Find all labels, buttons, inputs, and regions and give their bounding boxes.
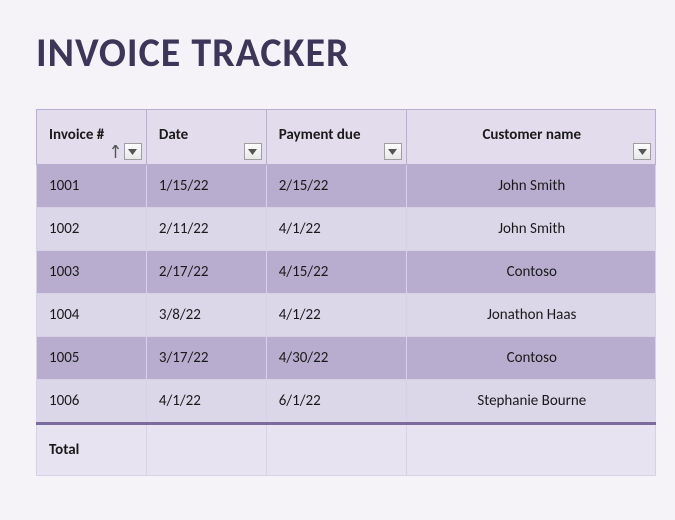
table-row: 10043/8/224/1/22Jonathon Haas (37, 294, 656, 337)
cell-due: 2/15/22 (266, 165, 406, 208)
table-row: 10064/1/226/1/22Stephanie Bourne (37, 380, 656, 424)
cell-due: 4/1/22 (266, 208, 406, 251)
cell-due: 6/1/22 (266, 380, 406, 424)
cell-invoice: 1003 (37, 251, 147, 294)
cell-due: 4/1/22 (266, 294, 406, 337)
total-date (146, 424, 266, 476)
cell-date: 3/17/22 (146, 337, 266, 380)
table-row: 10022/11/224/1/22John Smith (37, 208, 656, 251)
filter-button-date[interactable] (244, 143, 262, 160)
cell-invoice: 1002 (37, 208, 147, 251)
cell-date: 4/1/22 (146, 380, 266, 424)
header-customer: Customer name (406, 110, 656, 165)
table-row: 10011/15/222/15/22John Smith (37, 165, 656, 208)
total-label: Total (37, 424, 147, 476)
table-row: 10032/17/224/15/22Contoso (37, 251, 656, 294)
total-row: Total (37, 424, 656, 476)
header-due-label: Payment due (279, 126, 361, 144)
sort-asc-icon (110, 143, 122, 160)
cell-invoice: 1004 (37, 294, 147, 337)
filter-button-customer[interactable] (633, 143, 651, 160)
header-due: Payment due (266, 110, 406, 165)
filter-button-due[interactable] (384, 143, 402, 160)
cell-invoice: 1001 (37, 165, 147, 208)
cell-date: 2/11/22 (146, 208, 266, 251)
header-date: Date (146, 110, 266, 165)
header-date-label: Date (159, 126, 188, 144)
cell-date: 3/8/22 (146, 294, 266, 337)
cell-invoice: 1006 (37, 380, 147, 424)
cell-customer: John Smith (406, 208, 656, 251)
filter-button-invoice[interactable] (124, 143, 142, 160)
cell-due: 4/30/22 (266, 337, 406, 380)
cell-customer: Contoso (406, 337, 656, 380)
header-customer-label: Customer name (482, 126, 581, 144)
table-row: 10053/17/224/30/22Contoso (37, 337, 656, 380)
invoice-table: Invoice # Date Payment due (36, 109, 656, 476)
cell-customer: John Smith (406, 165, 656, 208)
cell-customer: Contoso (406, 251, 656, 294)
total-due (266, 424, 406, 476)
cell-date: 2/17/22 (146, 251, 266, 294)
cell-invoice: 1005 (37, 337, 147, 380)
cell-customer: Jonathon Haas (406, 294, 656, 337)
cell-customer: Stephanie Bourne (406, 380, 656, 424)
header-invoice: Invoice # (37, 110, 147, 165)
header-invoice-label: Invoice # (49, 126, 104, 144)
total-customer (406, 424, 656, 476)
page-title: INVOICE TRACKER (36, 28, 647, 77)
cell-due: 4/15/22 (266, 251, 406, 294)
cell-date: 1/15/22 (146, 165, 266, 208)
